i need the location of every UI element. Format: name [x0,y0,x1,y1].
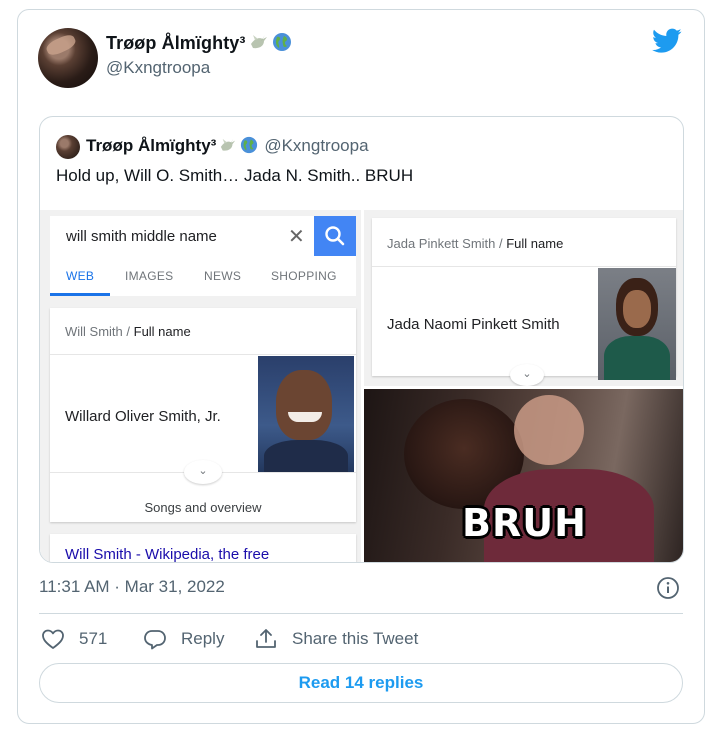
info-icon[interactable] [656,576,680,600]
like-button[interactable]: 571 [41,625,107,653]
reply-label: Reply [181,629,225,648]
quoted-author-name: Trøøp Ålmïghty³ [86,136,217,155]
kp-entity: Jada Pinkett Smith [387,236,496,251]
songs-overview-link: Songs and overview [144,500,262,515]
like-count: 571 [79,629,108,648]
globe-icon [240,136,258,159]
reply-button[interactable]: Reply [143,625,224,653]
knowledge-panel-jada: Jada Pinkett Smith / Full name Jada Naom… [372,218,676,386]
active-tab-underline [50,293,110,296]
media-image-will-smith-search[interactable]: will smith middle name ✕ WEB IMAGES NEWS… [40,210,361,563]
expand-chevron-icon: ⌄ [184,460,222,484]
quoted-author-handle: @Kxngtroopa [264,136,369,155]
globe-icon [272,32,292,57]
author-avatar[interactable] [38,28,98,88]
share-icon [256,629,276,648]
share-button[interactable]: Share this Tweet [254,625,418,653]
clear-icon: ✕ [288,226,305,248]
kp-entity: Will Smith [65,324,123,339]
wikipedia-link: Will Smith - Wikipedia, the free [65,546,270,563]
meme-background-person [514,395,584,465]
divider [39,613,683,614]
jada-pinkett-photo [598,268,676,380]
tab-shopping: SHOPPING [271,269,337,283]
tab-news: NEWS [204,269,242,283]
tweet-timestamp[interactable]: 11:31 AM · Mar 31, 2022 [39,577,225,597]
google-tabs: WEB IMAGES NEWS SHOPPING [50,256,356,296]
quoted-tweet[interactable]: Trøøp Ålmïghty³ @Kxngtroopa Hold up, Will… [39,116,684,563]
quoted-tweet-text: Hold up, Will O. Smith… Jada N. Smith.. … [56,166,414,185]
author-name-text[interactable]: Trøøp Ålmïghty³ [106,33,246,53]
search-icon [325,226,345,246]
media-image-bruh-meme[interactable]: BRUH [364,389,683,562]
kp-breadcrumb: Will Smith / Full name [65,324,191,339]
kp-breadcrumb: Jada Pinkett Smith / Full name [387,236,564,251]
kp-attribute: Full name [133,324,191,339]
share-label: Share this Tweet [292,629,419,648]
heart-icon [42,629,64,649]
quoted-author-line: Trøøp Ålmïghty³ @Kxngtroopa [86,136,369,159]
will-smith-photo [258,356,354,472]
tab-images: IMAGES [125,269,174,283]
kp-answer: Jada Naomi Pinkett Smith [387,316,560,333]
meme-caption: BRUH [462,501,587,545]
search-result: Will Smith - Wikipedia, the free [50,534,356,563]
divider [372,266,676,267]
twitter-bird-icon[interactable] [652,28,682,54]
author-name[interactable]: Trøøp Ålmïghty³ [106,32,292,57]
tab-web: WEB [66,269,95,283]
quoted-author-avatar [56,135,80,159]
dove-icon [249,34,269,57]
knowledge-panel-will: Will Smith / Full name Willard Oliver Sm… [50,308,356,522]
tweet-card: Trøøp Ålmïghty³ @Kxngtroopa Trøøp Ålmïgh… [17,9,705,724]
quoted-tweet-media[interactable]: will smith middle name ✕ WEB IMAGES NEWS… [40,210,683,563]
reply-bubble-icon [144,630,166,650]
media-image-jada-search[interactable]: Jada Pinkett Smith / Full name Jada Naom… [364,210,683,386]
kp-answer: Willard Oliver Smith, Jr. [65,408,221,425]
kp-attribute: Full name [506,236,564,251]
author-handle[interactable]: @Kxngtroopa [106,58,210,78]
dove-icon [219,138,237,159]
read-replies-button[interactable]: Read 14 replies [39,663,683,703]
search-query: will smith middle name [66,228,217,245]
expand-chevron-icon: ⌄ [510,364,544,386]
google-search-bar: will smith middle name ✕ [50,216,356,256]
search-button [314,216,356,256]
divider [50,354,356,355]
